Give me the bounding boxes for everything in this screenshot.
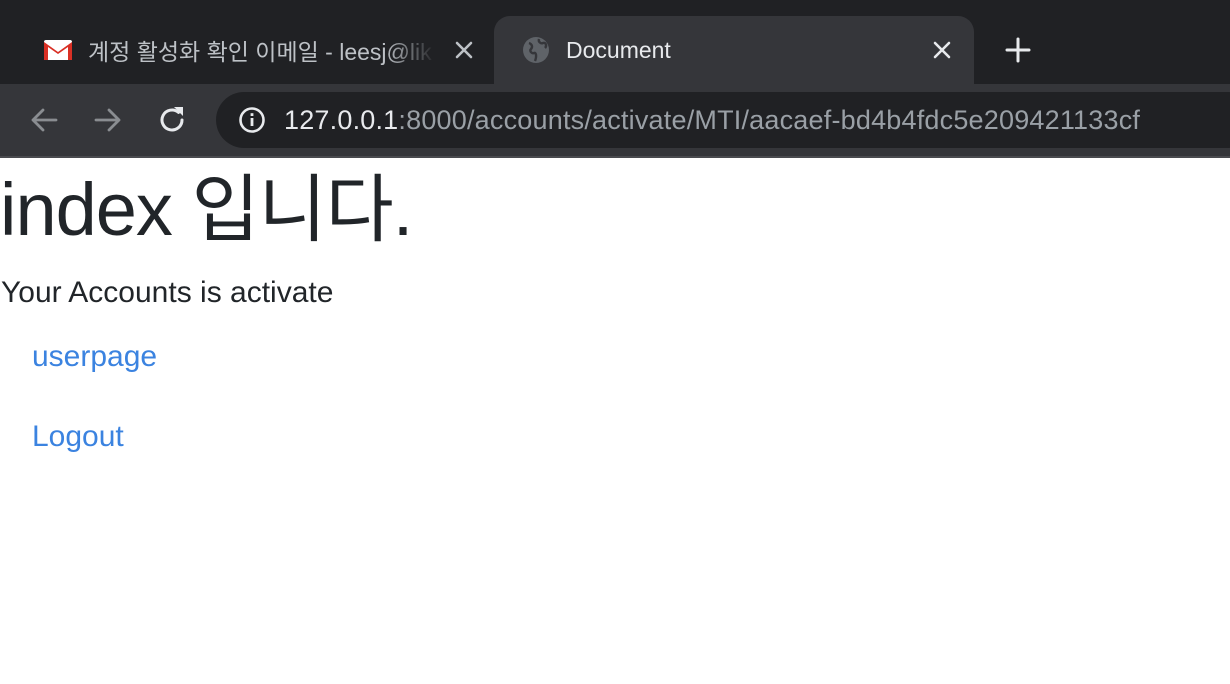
logout-link[interactable]: Logout [32,420,124,454]
page-content: index 입니다. Your Accounts is activate use… [0,158,1230,684]
tab-strip: 계정 활성화 확인 이메일 - leesj@lik Document [0,0,1230,84]
tab-close-icon[interactable] [448,34,480,66]
back-arrow-icon[interactable] [24,100,64,140]
tab-document[interactable]: Document [494,16,974,84]
url-text[interactable]: 127.0.0.1:8000/accounts/activate/MTI/aac… [284,105,1140,136]
forward-arrow-icon[interactable] [88,100,128,140]
reload-icon[interactable] [152,100,192,140]
tab-title: Document [566,36,671,63]
new-tab-plus-icon[interactable] [998,30,1038,70]
browser-toolbar: 127.0.0.1:8000/accounts/activate/MTI/aac… [0,84,1230,158]
tab-gmail[interactable]: 계정 활성화 확인 이메일 - leesj@lik [22,16,490,84]
activation-message: Your Accounts is activate [1,276,334,309]
address-bar[interactable]: 127.0.0.1:8000/accounts/activate/MTI/aac… [216,92,1230,148]
info-icon[interactable] [236,104,268,136]
url-path: :8000/accounts/activate/MTI/aacaef-bd4b4… [398,104,1141,135]
tab-close-icon[interactable] [926,34,958,66]
url-host: 127.0.0.1 [284,104,399,135]
userpage-link[interactable]: userpage [32,340,157,374]
page-title: index 입니다. [0,168,413,251]
gmail-icon [42,34,74,66]
globe-icon [520,34,552,66]
tab-title: 계정 활성화 확인 이메일 - leesj@lik [88,39,432,65]
